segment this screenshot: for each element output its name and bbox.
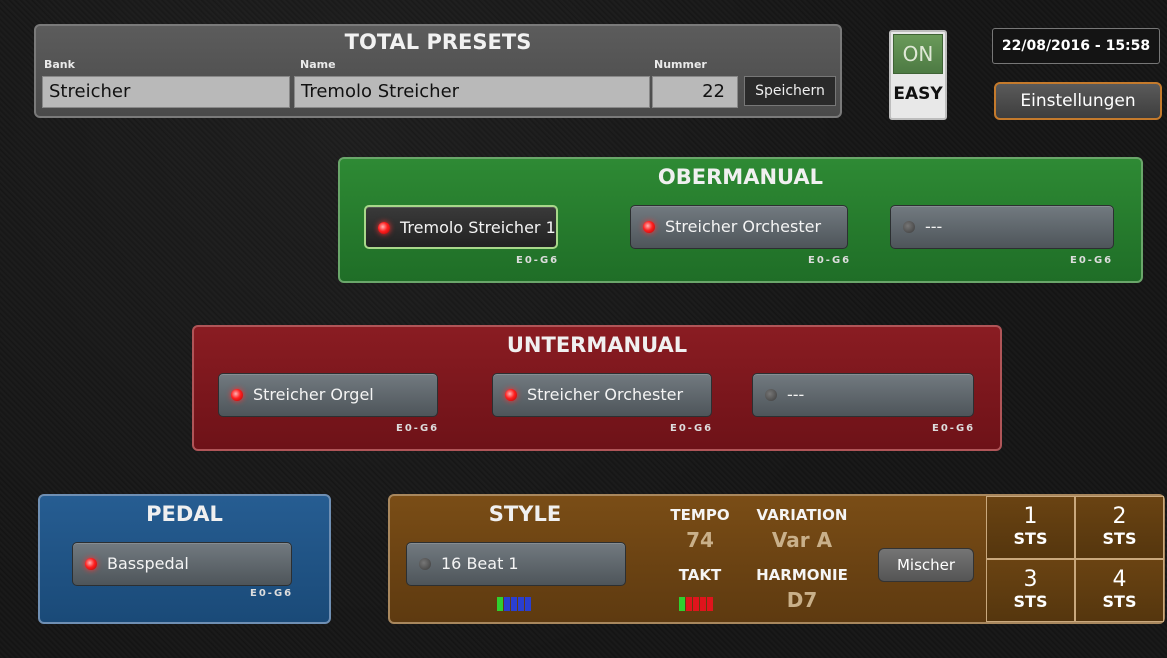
bank-label: Bank [44,58,75,71]
harmonie-value: D7 [786,588,818,612]
lower-voice-2-button[interactable]: Streicher Orchester [492,373,712,417]
voice-range: E0-G6 [932,423,976,434]
tempo-value[interactable]: 74 [660,528,740,552]
sts-grid: 1 STS 2 STS 3 STS 4 STS [986,496,1165,622]
bank-field[interactable]: Streicher [42,76,290,108]
takt-indicator [679,596,714,611]
harmonie-label: HARMONIE [756,566,848,584]
led-icon [643,221,655,233]
voice-range: E0-G6 [250,588,294,599]
datetime-display: 22/08/2016 - 15:58 [992,28,1160,64]
style-name: 16 Beat 1 [441,554,519,573]
sts-number: 2 [1112,504,1127,529]
led-icon [85,558,97,570]
upper-manual-title: OBERMANUAL [657,165,824,189]
settings-button[interactable]: Einstellungen [994,82,1162,120]
voice-label: --- [787,385,805,404]
pedal-voice-button[interactable]: Basspedal [72,542,292,586]
style-title: STYLE [488,502,562,526]
style-part-indicator [497,596,532,611]
sts-1-button[interactable]: 1 STS [986,496,1075,559]
lower-manual-title: UNTERMANUAL [506,333,688,357]
easy-toggle-button[interactable]: ON EASY [889,30,947,120]
save-button[interactable]: Speichern [744,76,836,106]
led-icon [903,221,915,233]
total-presets-panel: TOTAL PRESETS Bank Streicher Name Tremol… [34,24,842,118]
number-field[interactable]: 22 [652,76,738,108]
lower-manual-panel: UNTERMANUAL Streicher Orgel E0-G6 Streic… [192,325,1002,451]
easy-label: EASY [893,84,943,104]
sts-number: 1 [1023,504,1038,529]
lower-voice-3-button[interactable]: --- [752,373,974,417]
pedal-panel: PEDAL Basspedal E0-G6 [38,494,331,624]
upper-manual-panel: OBERMANUAL Tremolo Streicher 1 E0-G6 Str… [338,157,1143,283]
tempo-label: TEMPO [670,506,730,524]
sts-label: STS [1102,529,1137,548]
voice-range: E0-G6 [1070,255,1114,266]
name-field[interactable]: Tremolo Streicher [294,76,650,108]
voice-label: --- [925,217,943,236]
sts-number: 4 [1112,567,1127,592]
led-icon [505,389,517,401]
sts-label: STS [1013,529,1048,548]
sts-label: STS [1102,592,1137,611]
variation-value[interactable]: Var A [744,528,860,552]
takt-label: TAKT [678,566,722,584]
sts-3-button[interactable]: 3 STS [986,559,1075,622]
upper-voice-1-button[interactable]: Tremolo Streicher 1 [364,205,558,249]
on-indicator: ON [893,34,943,74]
style-select-button[interactable]: 16 Beat 1 [406,542,626,586]
sts-2-button[interactable]: 2 STS [1075,496,1164,559]
sts-label: STS [1013,592,1048,611]
sts-number: 3 [1023,567,1038,592]
upper-voice-2-button[interactable]: Streicher Orchester [630,205,848,249]
mixer-button[interactable]: Mischer [878,548,974,582]
voice-label: Streicher Orgel [253,385,374,404]
variation-label: VARIATION [756,506,848,524]
upper-voice-3-button[interactable]: --- [890,205,1114,249]
pedal-title: PEDAL [146,502,223,526]
sts-4-button[interactable]: 4 STS [1075,559,1164,622]
led-icon [231,389,243,401]
voice-label: Tremolo Streicher 1 [400,218,556,237]
presets-title: TOTAL PRESETS [344,30,532,54]
voice-label: Streicher Orchester [665,217,822,236]
style-panel: STYLE 16 Beat 1 TEMPO 74 TAKT VARIATION … [388,494,1165,624]
led-icon [765,389,777,401]
lower-voice-1-button[interactable]: Streicher Orgel [218,373,438,417]
voice-range: E0-G6 [396,423,440,434]
voice-label: Basspedal [107,554,189,573]
led-icon [419,558,431,570]
voice-range: E0-G6 [670,423,714,434]
led-icon [378,222,390,234]
voice-range: E0-G6 [808,255,852,266]
name-label: Name [300,58,336,71]
number-label: Nummer [654,58,707,71]
voice-range: E0-G6 [516,255,560,266]
voice-label: Streicher Orchester [527,385,684,404]
